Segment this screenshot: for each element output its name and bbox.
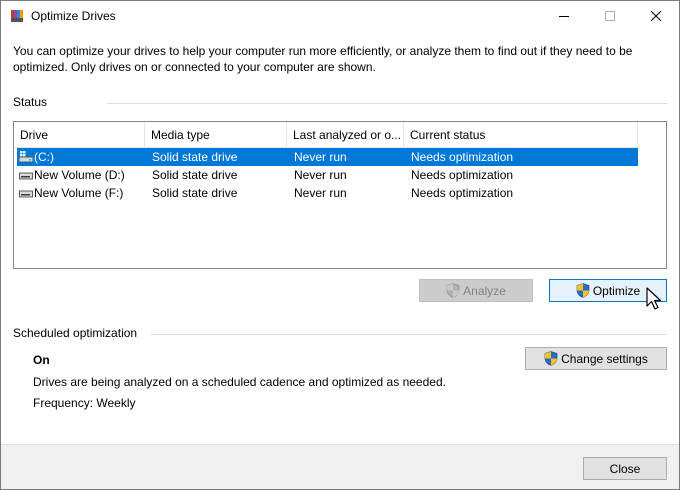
change-settings-label: Change settings — [561, 351, 648, 366]
scheduled-divider — [151, 334, 667, 335]
close-icon — [651, 11, 661, 21]
column-header-drive[interactable]: Drive — [14, 122, 145, 148]
current-status: Needs optimization — [411, 168, 514, 182]
analyze-button[interactable]: Analyze — [419, 279, 533, 302]
drive-icon — [19, 190, 33, 198]
minimize-button[interactable] — [541, 1, 587, 31]
current-status: Needs optimization — [411, 186, 514, 200]
uac-shield-icon — [576, 283, 590, 298]
drive-name: New Volume (D:) — [34, 168, 125, 182]
footer-bar: Close — [1, 444, 679, 489]
maximize-button[interactable] — [587, 1, 633, 31]
schedule-frequency: Frequency: Weekly — [33, 396, 136, 410]
status-divider — [107, 103, 667, 104]
optimize-button[interactable]: Optimize — [549, 279, 667, 302]
drive-row-c[interactable]: (C:) Solid state drive Never run Needs o… — [17, 148, 638, 166]
column-header-media-type[interactable]: Media type — [145, 122, 287, 148]
optimize-drives-window: Optimize Drives You can optimize your dr… — [0, 0, 680, 490]
close-window-button[interactable] — [633, 1, 679, 31]
title-bar[interactable]: Optimize Drives — [1, 1, 679, 31]
intro-text: You can optimize your drives to help you… — [13, 44, 633, 74]
last-analyzed: Never run — [294, 150, 347, 164]
schedule-state: On — [33, 353, 50, 367]
drive-name: New Volume (F:) — [34, 186, 124, 200]
current-status: Needs optimization — [411, 150, 514, 164]
scheduled-group-label: Scheduled optimization — [13, 326, 138, 340]
last-analyzed: Never run — [294, 168, 347, 182]
system-drive-icon — [19, 151, 33, 163]
uac-shield-icon — [544, 351, 558, 366]
defrag-icon — [11, 10, 23, 22]
column-header-last-analyzed[interactable]: Last analyzed or o... — [287, 122, 404, 148]
media-type: Solid state drive — [152, 186, 238, 200]
schedule-description: Drives are being analyzed on a scheduled… — [33, 375, 446, 389]
close-button-label: Close — [609, 461, 641, 476]
drive-icon — [19, 172, 33, 180]
change-settings-button[interactable]: Change settings — [525, 347, 667, 370]
optimize-button-label: Optimize — [592, 283, 641, 298]
last-analyzed: Never run — [294, 186, 347, 200]
drive-row-d[interactable]: New Volume (D:) Solid state drive Never … — [17, 166, 638, 184]
drives-list[interactable]: Drive Media type Last analyzed or o... C… — [13, 121, 667, 269]
close-button[interactable]: Close — [583, 457, 667, 480]
status-group-label: Status — [13, 95, 48, 109]
analyze-button-label: Analyze — [463, 283, 506, 298]
drive-row-f[interactable]: New Volume (F:) Solid state drive Never … — [17, 184, 638, 202]
media-type: Solid state drive — [152, 168, 238, 182]
media-type: Solid state drive — [152, 150, 238, 164]
list-header: Drive Media type Last analyzed or o... C… — [14, 122, 638, 148]
maximize-icon — [605, 11, 615, 21]
column-header-current-status[interactable]: Current status — [404, 122, 638, 148]
drive-name: (C:) — [34, 150, 54, 164]
uac-shield-icon — [446, 283, 460, 298]
window-title: Optimize Drives — [31, 9, 116, 23]
minimize-icon — [559, 16, 569, 17]
